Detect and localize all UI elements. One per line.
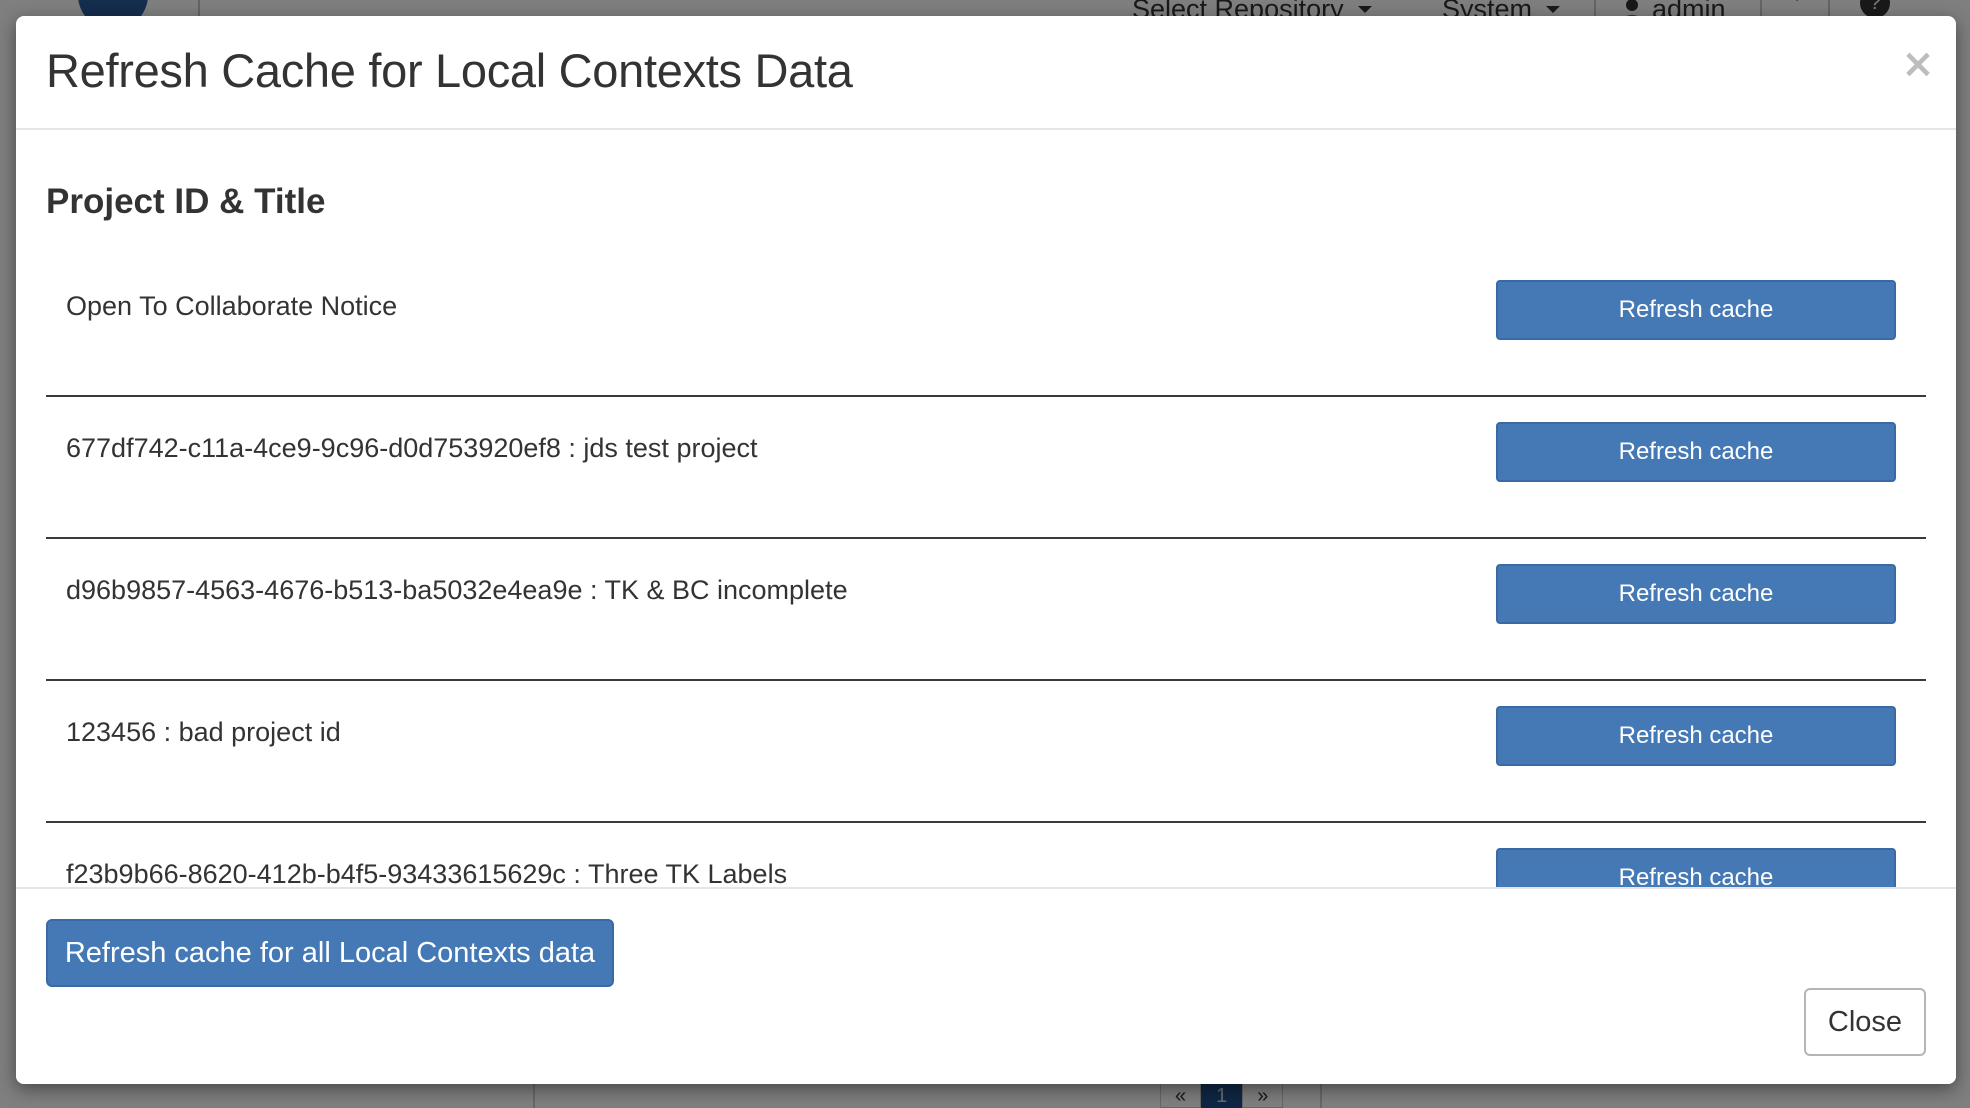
- project-row: d96b9857-4563-4676-b513-ba5032e4ea9e : T…: [46, 539, 1926, 681]
- refresh-cache-button[interactable]: Refresh cache: [1496, 564, 1896, 624]
- project-label: d96b9857-4563-4676-b513-ba5032e4ea9e : T…: [66, 575, 848, 605]
- modal-footer: Refresh cache for all Local Contexts dat…: [16, 887, 1956, 1084]
- modal-body[interactable]: Project ID & Title Open To Collaborate N…: [16, 130, 1956, 903]
- close-button[interactable]: Close: [1804, 988, 1926, 1056]
- close-icon[interactable]: ×: [1900, 44, 1936, 84]
- refresh-cache-button[interactable]: Refresh cache: [1496, 280, 1896, 340]
- refresh-cache-modal: Refresh Cache for Local Contexts Data × …: [16, 16, 1956, 1084]
- project-label: 677df742-c11a-4ce9-9c96-d0d753920ef8 : j…: [66, 433, 758, 463]
- refresh-cache-button[interactable]: Refresh cache: [1496, 706, 1896, 766]
- project-label: 123456 : bad project id: [66, 717, 341, 747]
- project-label: Open To Collaborate Notice: [66, 291, 398, 321]
- project-row: 677df742-c11a-4ce9-9c96-d0d753920ef8 : j…: [46, 397, 1926, 539]
- project-row: Open To Collaborate Notice Refresh cache: [46, 255, 1926, 397]
- project-list: Open To Collaborate Notice Refresh cache…: [46, 255, 1926, 903]
- modal-title: Refresh Cache for Local Contexts Data: [46, 44, 853, 97]
- section-title: Project ID & Title: [46, 182, 326, 221]
- refresh-all-button[interactable]: Refresh cache for all Local Contexts dat…: [46, 919, 614, 987]
- project-row: 123456 : bad project id Refresh cache: [46, 681, 1926, 823]
- project-label: f23b9b66-8620-412b-b4f5-93433615629c : T…: [66, 859, 788, 889]
- refresh-cache-button[interactable]: Refresh cache: [1496, 422, 1896, 482]
- modal-header: Refresh Cache for Local Contexts Data ×: [16, 16, 1956, 130]
